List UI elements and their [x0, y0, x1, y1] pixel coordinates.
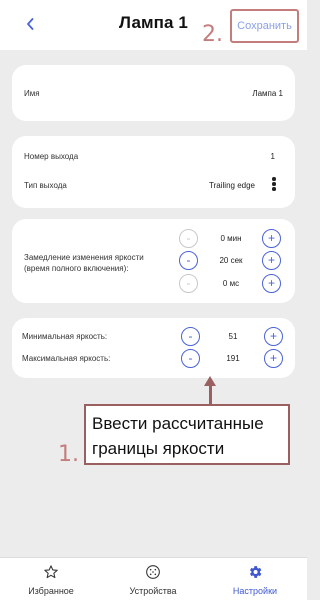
- dimming-ms-minus-button[interactable]: -: [179, 274, 198, 293]
- annotation-text: Ввести рассчитанные границы яркости: [92, 414, 264, 458]
- step-two-annotation: 2.: [202, 22, 223, 47]
- more-options-icon[interactable]: [271, 177, 277, 191]
- max-brightness-label: Максимальная яркость:: [22, 354, 111, 363]
- dimming-minutes-plus-button[interactable]: +: [262, 229, 281, 248]
- max-brightness-minus-button[interactable]: -: [181, 349, 200, 368]
- min-brightness-minus-button[interactable]: -: [181, 327, 200, 346]
- devices-icon: [146, 565, 160, 579]
- output-type-label: Тип выхода: [24, 181, 67, 190]
- annotation-callout: Ввести рассчитанные границы яркости: [84, 404, 290, 465]
- dimming-label: Замедление изменения яркости (время полн…: [24, 253, 144, 273]
- dimming-seconds-minus-button[interactable]: -: [179, 251, 198, 270]
- nav-devices-label: Устройства: [129, 586, 177, 596]
- min-brightness-plus-button[interactable]: +: [264, 327, 283, 346]
- nav-devices[interactable]: Устройства: [102, 558, 204, 600]
- nav-favorites[interactable]: Избранное: [0, 558, 102, 600]
- dimming-seconds-plus-button[interactable]: +: [262, 251, 281, 270]
- dimming-seconds-value: 20 сек: [219, 256, 243, 265]
- output-number-value: 1: [270, 152, 275, 161]
- nav-settings-label: Настройки: [232, 586, 278, 596]
- name-label: Имя: [24, 89, 40, 98]
- star-icon: [44, 565, 58, 579]
- dimming-card: Замедление изменения яркости (время полн…: [12, 219, 295, 303]
- step-one-annotation: 1.: [58, 442, 79, 467]
- top-app-bar: Лампа 1 Сохранить: [0, 0, 307, 50]
- name-value[interactable]: Лампа 1: [252, 89, 283, 98]
- min-brightness-label: Минимальная яркость:: [22, 332, 108, 341]
- dimming-ms-plus-button[interactable]: +: [262, 274, 281, 293]
- max-brightness-value: 191: [226, 354, 240, 363]
- name-card: Имя Лампа 1: [12, 65, 295, 121]
- min-brightness-value: 51: [228, 332, 238, 341]
- max-brightness-plus-button[interactable]: +: [264, 349, 283, 368]
- annotation-arrow-line: [209, 385, 212, 405]
- brightness-card: Минимальная яркость: - 51 + Максимальная…: [12, 318, 295, 378]
- dimming-minutes-minus-button[interactable]: -: [179, 229, 198, 248]
- output-type-value: Trailing edge: [209, 181, 255, 190]
- output-number-label: Номер выхода: [24, 152, 79, 161]
- bottom-navigation: Избранное Устройства Настройки: [0, 557, 307, 600]
- dimming-ms-value: 0 мс: [222, 279, 240, 288]
- nav-favorites-label: Избранное: [28, 586, 74, 596]
- save-button[interactable]: Сохранить: [230, 9, 299, 43]
- dimming-minutes-value: 0 мин: [220, 234, 242, 243]
- nav-settings[interactable]: Настройки: [204, 558, 306, 600]
- output-card: Номер выхода 1 Тип выхода Trailing edge: [12, 136, 295, 208]
- settings-icon: [250, 566, 262, 578]
